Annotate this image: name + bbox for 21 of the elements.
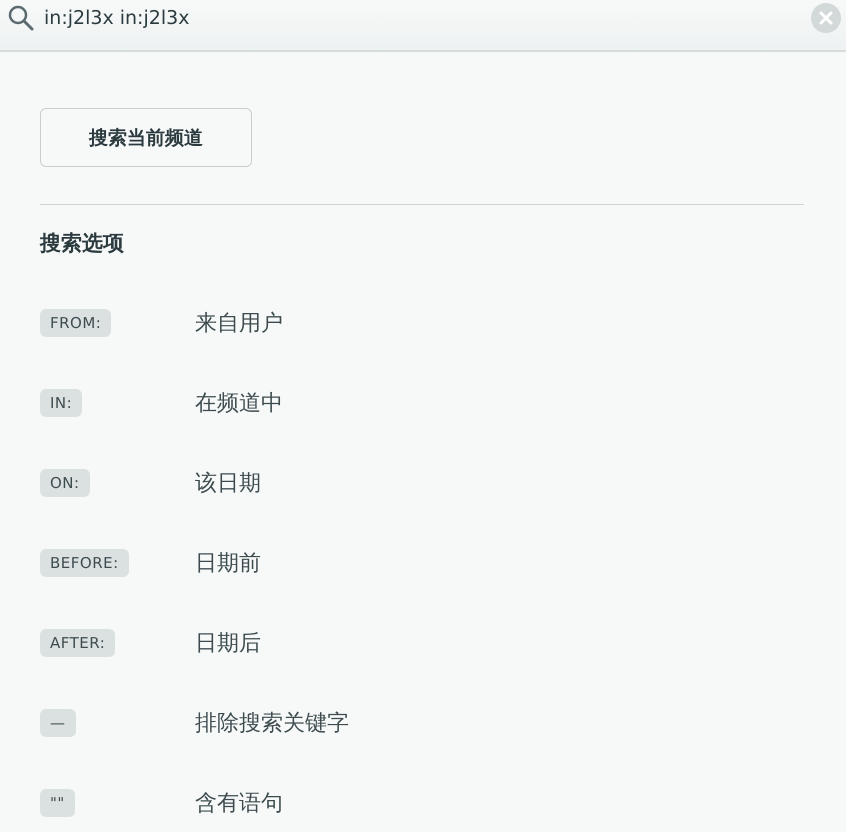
modifier-tag: "" <box>40 789 75 817</box>
section-heading: 搜索选项 <box>40 230 125 257</box>
search-input[interactable]: in:j2l3x in:j2l3x <box>44 7 811 29</box>
modifier-tag: BEFORE: <box>40 549 129 577</box>
clear-button[interactable] <box>811 3 841 33</box>
modifier-tag: FROM: <box>40 309 112 337</box>
modifier-tag: ON: <box>40 469 90 497</box>
modifier-tag: IN: <box>40 389 82 417</box>
close-icon <box>819 11 833 25</box>
option-label[interactable]: 日期前 <box>195 548 261 578</box>
option-label[interactable]: 日期后 <box>195 628 261 658</box>
modifier-tag: — <box>40 709 76 737</box>
search-field[interactable]: in:j2l3x in:j2l3x <box>0 0 846 52</box>
search-icon <box>8 5 34 31</box>
option-label[interactable]: 在频道中 <box>195 388 283 418</box>
option-label[interactable]: 该日期 <box>195 468 261 498</box>
option-label[interactable]: 来自用户 <box>195 308 283 338</box>
search-channel-button[interactable]: 搜索当前频道 <box>40 108 252 167</box>
modifier-tag: AFTER: <box>40 629 116 657</box>
option-label[interactable]: 排除搜索关键字 <box>195 708 349 738</box>
option-label[interactable]: 含有语句 <box>195 788 283 818</box>
